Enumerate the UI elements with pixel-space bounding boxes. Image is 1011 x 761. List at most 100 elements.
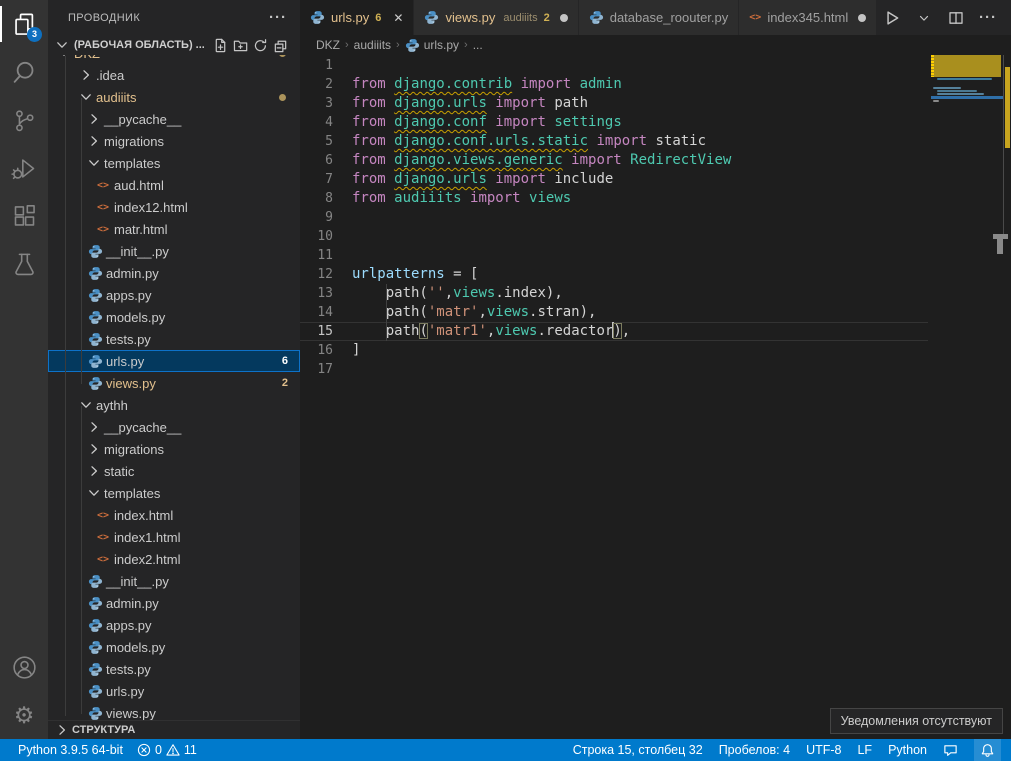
python-icon bbox=[405, 38, 420, 53]
tree-item-templates[interactable]: templates bbox=[48, 482, 300, 504]
code-token: = [ bbox=[445, 266, 479, 282]
indent-indicator[interactable]: Пробелов: 4 bbox=[719, 743, 790, 757]
tree-item-__init__.py[interactable]: __init__.py bbox=[48, 570, 300, 592]
tree-item-label: index1.html bbox=[114, 530, 180, 545]
tree-item-migrations[interactable]: migrations bbox=[48, 438, 300, 460]
breadcrumb-item-audiiits[interactable]: audiiits bbox=[354, 38, 391, 52]
tab-index345.html[interactable]: <>index345.html bbox=[739, 0, 877, 35]
code-line: 15 path('matr1',views.redactor), bbox=[300, 322, 928, 341]
tree-item-__pycache__[interactable]: __pycache__ bbox=[48, 108, 300, 130]
code-token: from bbox=[352, 133, 394, 149]
tree-item-.idea[interactable]: .idea bbox=[48, 64, 300, 86]
tree-item-apps.py[interactable]: apps.py bbox=[48, 284, 300, 306]
tree-item-matr.html[interactable]: <>matr.html bbox=[48, 218, 300, 240]
python-version-label: Python 3.9.5 64-bit bbox=[18, 743, 123, 757]
tab-urls.py[interactable]: urls.py6✕ bbox=[300, 0, 414, 35]
editor-group: urls.py6✕views.pyaudiiits2 database_roout… bbox=[300, 0, 1011, 739]
split-editor-icon[interactable] bbox=[945, 8, 967, 28]
tree-item-index1.html[interactable]: <>index1.html bbox=[48, 526, 300, 548]
python-file-icon bbox=[86, 706, 104, 721]
tree-item-__init__.py[interactable]: __init__.py bbox=[48, 240, 300, 262]
tree-item-models.py[interactable]: models.py bbox=[48, 306, 300, 328]
tree-item-label: migrations bbox=[104, 134, 164, 149]
tree-item-label: urls.py bbox=[106, 354, 144, 369]
python-file-icon bbox=[86, 310, 104, 325]
activity-item-settings[interactable]: ⚙ bbox=[0, 691, 48, 739]
tab-views.py[interactable]: views.pyaudiiits2 bbox=[414, 0, 578, 35]
tab-label: database_roouter.py bbox=[610, 10, 729, 25]
code-text: urlpatterns = [ bbox=[352, 265, 478, 284]
minimap-line bbox=[937, 78, 992, 80]
new-file-icon[interactable] bbox=[210, 35, 230, 55]
line-col-indicator[interactable]: Строка 15, столбец 32 bbox=[573, 743, 703, 757]
code-token: RedirectView bbox=[630, 152, 731, 168]
overview-ruler[interactable] bbox=[1003, 55, 1011, 739]
eol-indicator[interactable]: LF bbox=[857, 743, 872, 757]
python-file-icon bbox=[86, 684, 104, 699]
code-token: , bbox=[478, 304, 486, 320]
tree-item-index2.html[interactable]: <>index2.html bbox=[48, 548, 300, 570]
tree-item-__pycache__[interactable]: __pycache__ bbox=[48, 416, 300, 438]
tree-item-tests.py[interactable]: tests.py bbox=[48, 328, 300, 350]
collapse-all-icon[interactable] bbox=[270, 35, 290, 55]
problems-indicator[interactable]: 011 bbox=[137, 743, 197, 757]
activity-item-explorer[interactable]: 3 bbox=[0, 0, 48, 48]
breadcrumb-item-urls.py[interactable]: urls.py bbox=[405, 38, 459, 53]
new-folder-icon[interactable] bbox=[230, 35, 250, 55]
tree-item-aythh[interactable]: aythh bbox=[48, 394, 300, 416]
tree-item-views.py[interactable]: views.py2 bbox=[48, 372, 300, 394]
tree-item-admin.py[interactable]: admin.py bbox=[48, 262, 300, 284]
scrollbar-line bbox=[1003, 55, 1004, 235]
activity-item-accounts[interactable] bbox=[0, 643, 48, 691]
tree-item-models.py[interactable]: models.py bbox=[48, 636, 300, 658]
breadcrumb-item-DKZ[interactable]: DKZ bbox=[316, 38, 340, 52]
code-token: import bbox=[462, 190, 529, 206]
tab-database_roouter.py[interactable]: database_roouter.py bbox=[579, 0, 740, 35]
activity-item-extensions[interactable] bbox=[0, 192, 48, 240]
tree-item-views.py[interactable]: views.py bbox=[48, 702, 300, 720]
breadcrumb-item-...[interactable]: ... bbox=[473, 38, 483, 52]
refresh-icon[interactable] bbox=[250, 35, 270, 55]
feedback-icon[interactable] bbox=[943, 743, 958, 758]
tree-item-urls.py[interactable]: urls.py bbox=[48, 680, 300, 702]
python-file-icon bbox=[86, 376, 104, 391]
tree-item-urls.py[interactable]: urls.py 6 bbox=[48, 350, 300, 372]
code-editor[interactable]: 12from django.contrib import admin3from … bbox=[300, 55, 1011, 739]
activity-item-run-debug[interactable] bbox=[0, 144, 48, 192]
tree-item-admin.py[interactable]: admin.py bbox=[48, 592, 300, 614]
scrollbar-marker bbox=[997, 239, 1003, 254]
tree-item-templates[interactable]: templates bbox=[48, 152, 300, 174]
tree-item-aud.html[interactable]: <>aud.html bbox=[48, 174, 300, 196]
more-icon[interactable]: ··· bbox=[977, 8, 999, 28]
tree-item-static[interactable]: static bbox=[48, 460, 300, 482]
notifications-bell-icon[interactable] bbox=[974, 739, 1001, 761]
run-icon[interactable] bbox=[881, 8, 903, 28]
code-token: ) bbox=[613, 323, 621, 339]
tree-indent-guide bbox=[65, 56, 66, 716]
line-number: 9 bbox=[300, 208, 333, 227]
tree-item-apps.py[interactable]: apps.py bbox=[48, 614, 300, 636]
problems-badge: 6 bbox=[282, 355, 288, 367]
account-icon bbox=[11, 654, 38, 681]
python-interpreter-indicator[interactable]: Python 3.9.5 64-bit bbox=[18, 743, 123, 757]
tree-item-index.html[interactable]: <>index.html bbox=[48, 504, 300, 526]
minimap[interactable] bbox=[931, 55, 1003, 275]
tree-item-index12.html[interactable]: <>index12.html bbox=[48, 196, 300, 218]
python-file-icon bbox=[86, 266, 104, 281]
explorer-more-actions[interactable]: ··· bbox=[268, 8, 288, 28]
activity-item-search[interactable] bbox=[0, 48, 48, 96]
encoding-indicator[interactable]: UTF-8 bbox=[806, 743, 841, 757]
tree-item-label: __pycache__ bbox=[104, 112, 181, 127]
close-icon[interactable]: ✕ bbox=[393, 11, 403, 25]
activity-item-source-control[interactable] bbox=[0, 96, 48, 144]
chevron-down-small-icon[interactable] bbox=[913, 8, 935, 28]
tree-item-audiiits[interactable]: audiiits bbox=[48, 86, 300, 108]
outline-section-header[interactable]: СТРУКТУРА bbox=[48, 720, 300, 739]
chevron-right-icon bbox=[86, 419, 102, 435]
tree-item-tests.py[interactable]: tests.py bbox=[48, 658, 300, 680]
language-indicator[interactable]: Python bbox=[888, 743, 927, 757]
workspace-section-header[interactable]: (РАБОЧАЯ ОБЛАСТЬ) ... bbox=[48, 35, 300, 55]
code-line: 10 bbox=[300, 227, 928, 246]
tree-item-migrations[interactable]: migrations bbox=[48, 130, 300, 152]
activity-item-testing[interactable] bbox=[0, 240, 48, 288]
